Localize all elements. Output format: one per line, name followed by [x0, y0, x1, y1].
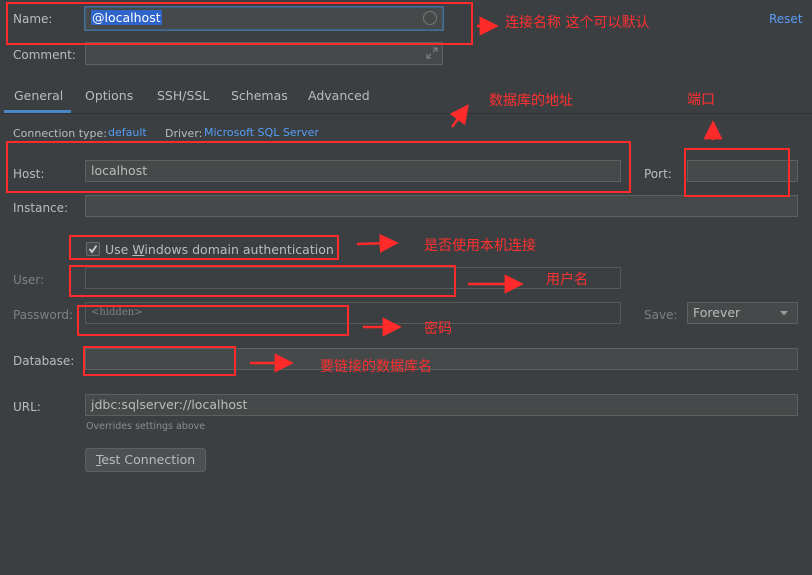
annotation-port-note: 端口: [687, 92, 715, 108]
annotation-windows-auth-note: 是否使用本机连接: [424, 238, 536, 254]
annotation-user-note: 用户名: [546, 272, 588, 288]
annotation-host-note: 数据库的地址: [489, 93, 573, 109]
annotation-database-note: 要链接的数据库名: [320, 359, 432, 375]
annotation-arrows: [250, 16, 723, 373]
arrow-windows-auth: [356, 233, 399, 253]
annotation-password-note: 密码: [424, 321, 452, 337]
annotation-name-note: 连接名称 这个可以默认: [505, 15, 650, 31]
arrow-host: [449, 104, 469, 128]
